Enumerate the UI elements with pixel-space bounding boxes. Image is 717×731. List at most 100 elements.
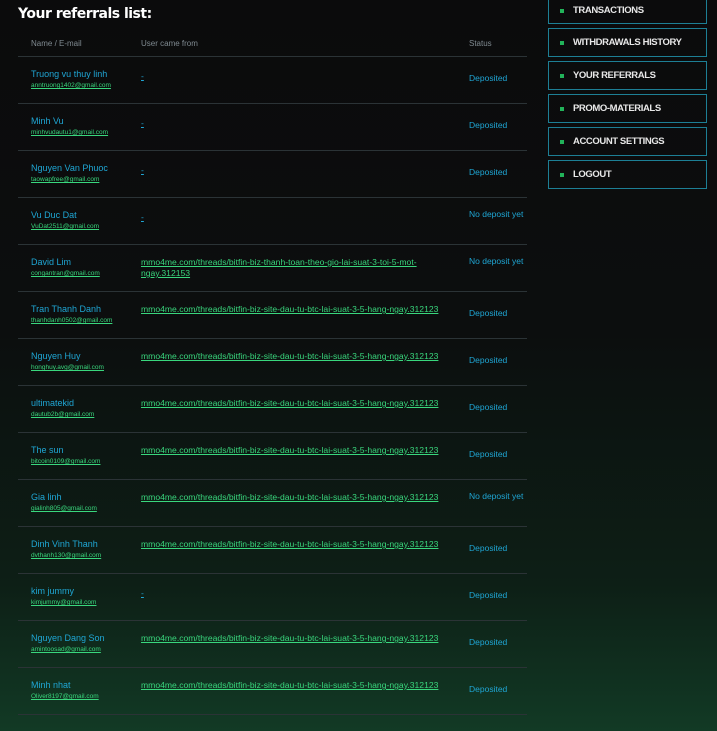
- table-row: Gia linh gialinh805@gmail.com mmo4me.com…: [18, 480, 527, 527]
- status-badge: Deposited: [469, 73, 508, 83]
- referral-name: Minh nhat: [31, 680, 71, 690]
- referral-email-link[interactable]: gialinh805@gmail.com: [31, 505, 97, 512]
- menu-item-label: WITHDRAWALS HISTORY: [573, 37, 682, 48]
- table-header: Name / E-mail User came from Status: [18, 33, 527, 57]
- referral-name: ultimatekid: [31, 398, 75, 408]
- referral-name: Vu Duc Dat: [31, 210, 77, 220]
- referral-name: David Lim: [31, 257, 72, 267]
- referral-name-email: kim jummy kimjummy@gmail.com: [31, 586, 96, 606]
- referrals-table: Name / E-mail User came from Status Truo…: [18, 33, 527, 715]
- referral-source-link[interactable]: mmo4me.com/threads/bitfin-biz-site-dau-t…: [141, 633, 446, 644]
- referral-name-email: David Lim congantran@gmail.com: [31, 257, 100, 277]
- referral-source-link[interactable]: mmo4me.com/threads/bitfin-biz-site-dau-t…: [141, 680, 446, 691]
- referral-source-link[interactable]: mmo4me.com/threads/bitfin-biz-site-dau-t…: [141, 492, 446, 503]
- menu-item-transactions[interactable]: TRANSACTIONS: [548, 0, 707, 24]
- bullet-icon: [560, 74, 564, 78]
- menu-item-label: TRANSACTIONS: [573, 5, 644, 16]
- bullet-icon: [560, 140, 564, 144]
- referral-email-link[interactable]: VuDat2511@gmail.com: [31, 223, 99, 230]
- status-badge: Deposited: [469, 637, 508, 647]
- table-row: Vu Duc Dat VuDat2511@gmail.com - No depo…: [18, 198, 527, 245]
- table-row: Minh nhat Oliver8197@gmail.com mmo4me.co…: [18, 668, 527, 715]
- table-row: Tran Thanh Danh thanhdanh0502@gmail.com …: [18, 292, 527, 339]
- referral-name: Truong vu thuy linh: [31, 69, 108, 79]
- status-badge: Deposited: [469, 590, 508, 600]
- referral-email-link[interactable]: kimjummy@gmail.com: [31, 599, 96, 606]
- referral-name-email: Nguyen Dang Son amintoosad@gmail.com: [31, 633, 105, 653]
- status-badge: Deposited: [469, 449, 508, 459]
- menu-item-withdrawals-history[interactable]: WITHDRAWALS HISTORY: [548, 28, 707, 57]
- referral-email-link[interactable]: bitcoin0109@gmail.com: [31, 458, 100, 465]
- referral-source-link[interactable]: mmo4me.com/threads/bitfin-biz-thanh-toan…: [141, 257, 446, 279]
- referral-email-link[interactable]: Oliver8197@gmail.com: [31, 693, 99, 700]
- status-badge: Deposited: [469, 355, 508, 365]
- account-menu: TRANSACTIONS WITHDRAWALS HISTORY YOUR REFE…: [548, 0, 707, 193]
- bullet-icon: [560, 9, 564, 13]
- table-row: Nguyen Huy honghuy.avg@gmail.com mmo4me.…: [18, 339, 527, 386]
- menu-item-promo-materials[interactable]: PROMO-MATERIALS: [548, 94, 707, 123]
- referral-email-link[interactable]: amintoosad@gmail.com: [31, 646, 105, 653]
- menu-item-label: YOUR REFERRALS: [573, 70, 656, 81]
- referral-source-link[interactable]: mmo4me.com/threads/bitfin-biz-site-dau-t…: [141, 351, 446, 362]
- referral-name: Minh Vu: [31, 116, 64, 126]
- menu-item-label: LOGOUT: [573, 169, 612, 180]
- table-row: Dinh Vinh Thanh dvthanh130@gmail.com mmo…: [18, 527, 527, 574]
- referral-source-link[interactable]: mmo4me.com/threads/bitfin-biz-site-dau-t…: [141, 539, 446, 550]
- status-badge: Deposited: [469, 402, 508, 412]
- referral-email-link[interactable]: thanhdanh0502@gmail.com: [31, 317, 112, 324]
- menu-item-your-referrals[interactable]: YOUR REFERRALS: [548, 61, 707, 90]
- menu-item-account-settings[interactable]: ACCOUNT SETTINGS: [548, 127, 707, 156]
- referral-name: Dinh Vinh Thanh: [31, 539, 98, 549]
- referral-email-link[interactable]: anntruong1402@gmail.com: [31, 82, 111, 89]
- referral-name: Gia linh: [31, 492, 62, 502]
- status-badge: No deposit yet: [469, 209, 524, 219]
- bullet-icon: [560, 41, 564, 45]
- referral-email-link[interactable]: dvthanh130@gmail.com: [31, 552, 101, 559]
- referral-email-link[interactable]: congantran@gmail.com: [31, 270, 100, 277]
- menu-item-label: ACCOUNT SETTINGS: [573, 136, 665, 147]
- referral-email-link[interactable]: taowapfree@gmail.com: [31, 176, 108, 183]
- status-badge: No deposit yet: [469, 256, 524, 266]
- status-badge: No deposit yet: [469, 491, 524, 501]
- referral-name-email: Gia linh gialinh805@gmail.com: [31, 492, 97, 512]
- referral-name-email: Minh nhat Oliver8197@gmail.com: [31, 680, 99, 700]
- referral-source-link: -: [141, 118, 144, 128]
- table-row: ultimatekid dautub2b@gmail.com mmo4me.co…: [18, 386, 527, 433]
- referral-email-link[interactable]: dautub2b@gmail.com: [31, 411, 94, 418]
- referral-email-link[interactable]: minhvudautu1@gmail.com: [31, 129, 108, 136]
- referral-name-email: The sun bitcoin0109@gmail.com: [31, 445, 100, 465]
- page-title: Your referrals list:: [18, 6, 152, 22]
- referral-source-link: -: [141, 588, 144, 598]
- referral-name-email: Dinh Vinh Thanh dvthanh130@gmail.com: [31, 539, 101, 559]
- referral-name: Tran Thanh Danh: [31, 304, 102, 314]
- table-row: Nguyen Van Phuoc taowapfree@gmail.com - …: [18, 151, 527, 198]
- bullet-icon: [560, 107, 564, 111]
- menu-item-logout[interactable]: LOGOUT: [548, 160, 707, 189]
- referral-name-email: Tran Thanh Danh thanhdanh0502@gmail.com: [31, 304, 112, 324]
- referral-name: Nguyen Dang Son: [31, 633, 105, 643]
- referral-name-email: Truong vu thuy linh anntruong1402@gmail.…: [31, 69, 111, 89]
- table-row: kim jummy kimjummy@gmail.com - Deposited: [18, 574, 527, 621]
- column-header-source: User came from: [141, 39, 198, 48]
- status-badge: Deposited: [469, 120, 508, 130]
- referral-name-email: Nguyen Van Phuoc taowapfree@gmail.com: [31, 163, 108, 183]
- column-header-status: Status: [469, 39, 492, 48]
- referral-name: Nguyen Van Phuoc: [31, 163, 108, 173]
- referral-email-link[interactable]: honghuy.avg@gmail.com: [31, 364, 104, 371]
- referral-source-link[interactable]: mmo4me.com/threads/bitfin-biz-site-dau-t…: [141, 304, 446, 315]
- referral-source-link[interactable]: mmo4me.com/threads/bitfin-biz-site-dau-t…: [141, 445, 446, 456]
- referral-name: Nguyen Huy: [31, 351, 81, 361]
- referral-name: The sun: [31, 445, 64, 455]
- referral-source-link: -: [141, 212, 144, 222]
- referral-name-email: ultimatekid dautub2b@gmail.com: [31, 398, 94, 418]
- table-row: Truong vu thuy linh anntruong1402@gmail.…: [18, 57, 527, 104]
- table-row: Minh Vu minhvudautu1@gmail.com - Deposit…: [18, 104, 527, 151]
- referral-name-email: Minh Vu minhvudautu1@gmail.com: [31, 116, 108, 136]
- table-row: Nguyen Dang Son amintoosad@gmail.com mmo…: [18, 621, 527, 668]
- menu-item-label: PROMO-MATERIALS: [573, 103, 661, 114]
- column-header-name: Name / E-mail: [31, 39, 82, 48]
- status-badge: Deposited: [469, 543, 508, 553]
- referral-source-link: -: [141, 165, 144, 175]
- referral-source-link[interactable]: mmo4me.com/threads/bitfin-biz-site-dau-t…: [141, 398, 446, 409]
- table-row: The sun bitcoin0109@gmail.com mmo4me.com…: [18, 433, 527, 480]
